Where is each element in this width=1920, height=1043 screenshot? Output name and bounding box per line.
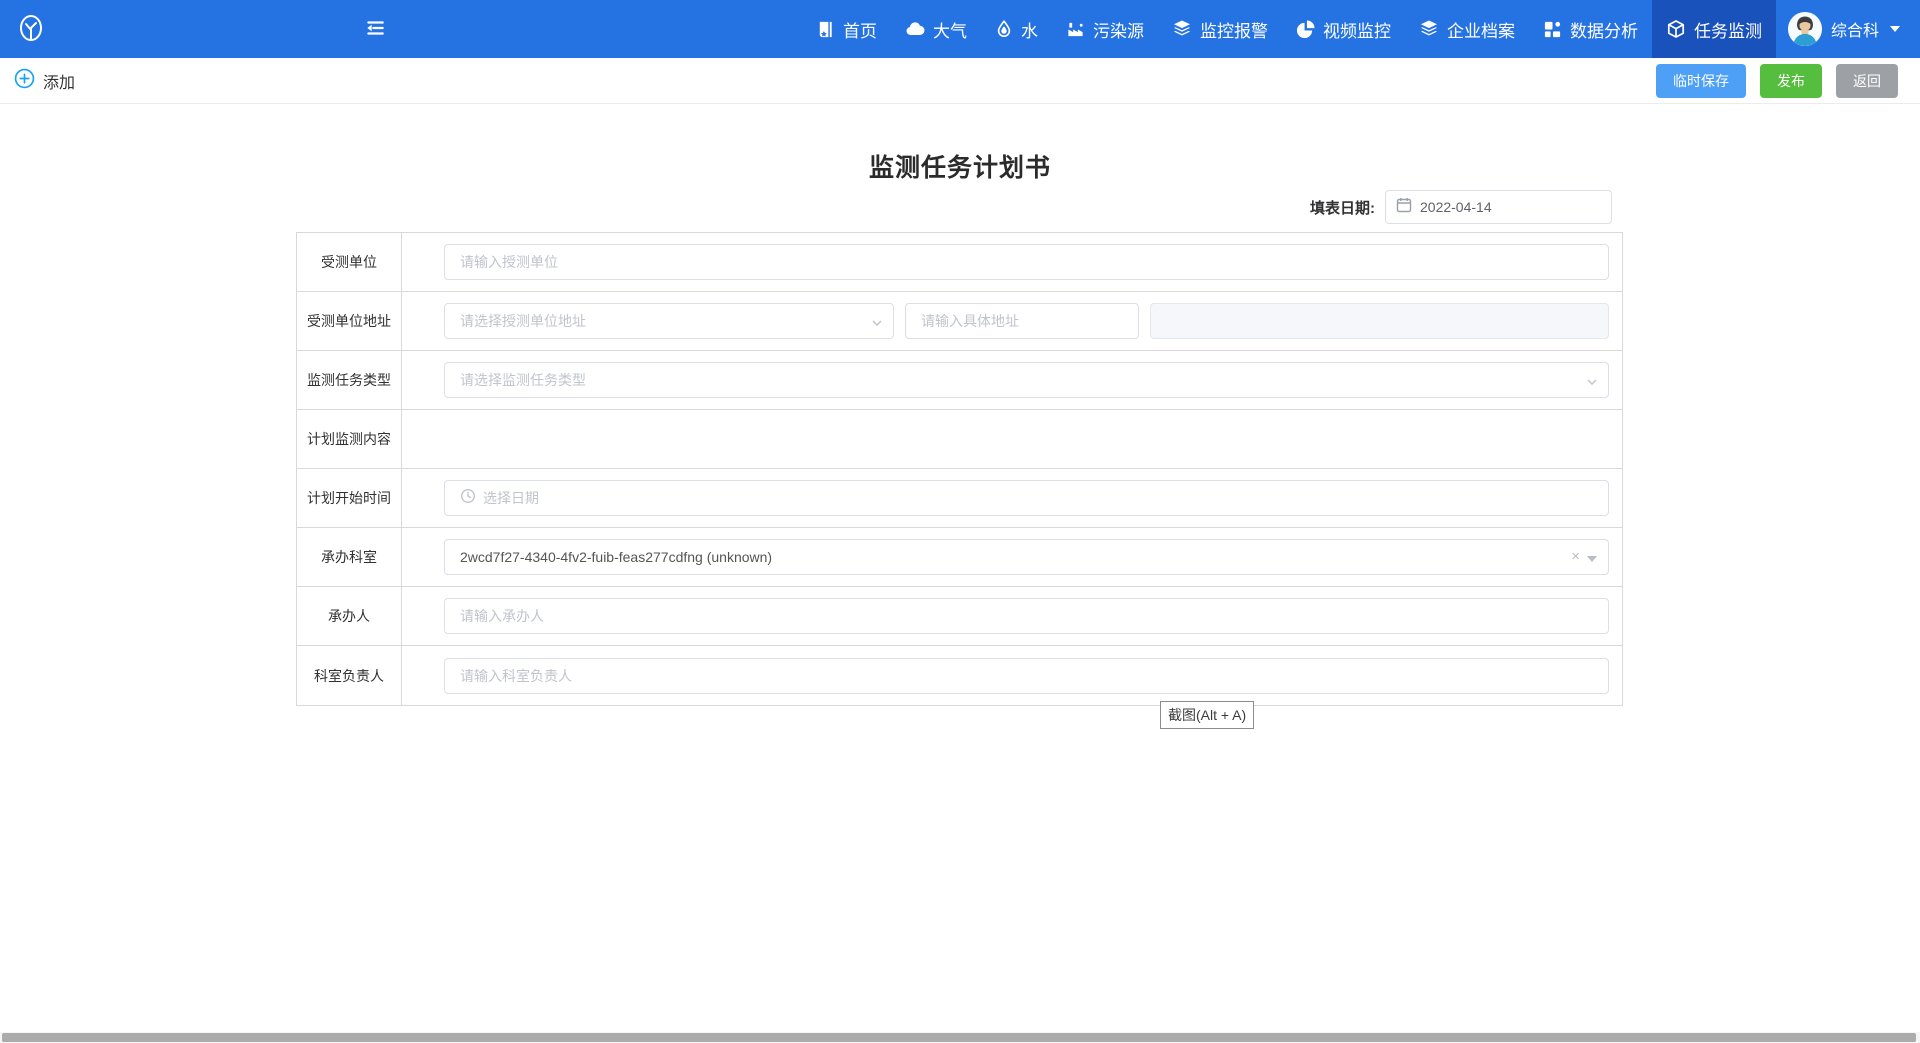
monitor-task-form-table: 受测单位 受测单位地址 请选择授测单位地址 监测任务类型 xyxy=(296,232,1623,706)
field-label: 受测单位地址 xyxy=(297,292,402,350)
app-logo-icon xyxy=(16,14,46,44)
field-label: 承办科室 xyxy=(297,528,402,586)
user-avatar xyxy=(1788,12,1822,46)
detail-address-input[interactable] xyxy=(921,313,1123,329)
user-menu[interactable]: 综合科 xyxy=(1776,0,1920,58)
cloud-icon xyxy=(905,19,925,39)
page-title: 监测任务计划书 xyxy=(0,148,1920,184)
field-label: 监测任务类型 xyxy=(297,351,402,409)
nav-item-enterprise-archive[interactable]: 企业档案 xyxy=(1405,0,1529,58)
nav-item-label: 企业档案 xyxy=(1447,17,1515,42)
tested-unit-input-wrap xyxy=(444,244,1609,280)
nav-item-label: 监控报警 xyxy=(1200,17,1268,42)
factory-icon xyxy=(1066,20,1085,39)
nav-item-home[interactable]: 首页 xyxy=(802,0,891,58)
water-drop-icon xyxy=(995,20,1013,38)
horizontal-scrollbar[interactable] xyxy=(0,1032,1920,1043)
nav-item-label: 大气 xyxy=(933,17,967,42)
form-row-department: 承办科室 2wcd7f27-4340-4fv2-fuib-feas277cdfn… xyxy=(297,528,1622,587)
back-button[interactable]: 返回 xyxy=(1836,64,1898,98)
form-row-plan-content: 计划监测内容 xyxy=(297,410,1622,469)
circle-plus-icon xyxy=(14,68,35,94)
add-button[interactable]: 添加 xyxy=(14,68,75,94)
select-placeholder: 请选择监测任务类型 xyxy=(460,370,1593,390)
unit-address-select[interactable]: 请选择授测单位地址 xyxy=(444,303,894,339)
temp-save-button[interactable]: 临时保存 xyxy=(1656,64,1746,98)
address-disabled-input-wrap xyxy=(1150,303,1609,339)
layers-icon xyxy=(1172,19,1192,39)
add-button-label: 添加 xyxy=(43,69,75,93)
fill-date-picker[interactable] xyxy=(1385,190,1612,224)
nav-menu: 首页 大气 水 xyxy=(802,0,1920,58)
field-label: 受测单位 xyxy=(297,233,402,291)
fill-date-label: 填表日期: xyxy=(1310,197,1375,218)
form-row-unit-address: 受测单位地址 请选择授测单位地址 xyxy=(297,292,1622,351)
grid-squares-icon xyxy=(1543,20,1562,39)
calendar-icon xyxy=(1396,197,1412,218)
nav-item-label: 污染源 xyxy=(1093,17,1144,42)
layers-icon xyxy=(1419,19,1439,39)
select-placeholder: 请选择授测单位地址 xyxy=(460,311,878,331)
nav-item-label: 数据分析 xyxy=(1570,17,1638,42)
menu-fold-icon[interactable] xyxy=(364,17,386,39)
fill-date-row: 填表日期: xyxy=(1310,190,1612,224)
nav-item-task-monitor[interactable]: 任务监测 xyxy=(1652,0,1776,58)
nav-item-water[interactable]: 水 xyxy=(981,0,1052,58)
field-label: 承办人 xyxy=(297,587,402,645)
cube-icon xyxy=(1666,19,1686,39)
nav-item-data-analysis[interactable]: 数据分析 xyxy=(1529,0,1652,58)
form-row-undertaker: 承办人 xyxy=(297,587,1622,646)
nav-item-video-monitor[interactable]: 视频监控 xyxy=(1282,0,1405,58)
nav-item-label: 水 xyxy=(1021,17,1038,42)
chevron-down-icon xyxy=(1586,375,1598,393)
nav-item-pollution-source[interactable]: 污染源 xyxy=(1052,0,1158,58)
form-row-start-time: 计划开始时间 xyxy=(297,469,1622,528)
caret-down-icon[interactable] xyxy=(1587,556,1597,562)
field-label: 计划开始时间 xyxy=(297,469,402,527)
publish-button[interactable]: 发布 xyxy=(1760,64,1822,98)
top-navbar: 首页 大气 水 xyxy=(0,0,1920,58)
user-caret-down-icon xyxy=(1890,26,1900,32)
address-disabled-input xyxy=(1166,313,1593,329)
department-select-value: 2wcd7f27-4340-4fv2-fuib-feas277cdfng (un… xyxy=(460,549,1593,565)
undertaker-input[interactable] xyxy=(460,608,1593,624)
tested-unit-input[interactable] xyxy=(460,254,1593,270)
clock-icon xyxy=(460,488,476,509)
nav-item-monitor-alarm[interactable]: 监控报警 xyxy=(1158,0,1282,58)
home-book-icon xyxy=(816,20,835,39)
toolbar-actions: 临时保存 发布 返回 xyxy=(1656,64,1898,98)
chevron-down-icon xyxy=(871,316,883,334)
toolbar: 添加 临时保存 发布 返回 xyxy=(0,58,1920,104)
start-date-picker[interactable] xyxy=(444,480,1609,516)
dept-head-input-wrap xyxy=(444,658,1609,694)
task-type-select[interactable]: 请选择监测任务类型 xyxy=(444,362,1609,398)
nav-item-label: 任务监测 xyxy=(1694,17,1762,42)
undertaker-input-wrap xyxy=(444,598,1609,634)
nav-item-label: 视频监控 xyxy=(1323,17,1391,42)
fill-date-input[interactable] xyxy=(1420,199,1601,215)
user-name: 综合科 xyxy=(1831,17,1879,41)
start-date-input[interactable] xyxy=(483,490,1593,506)
detail-address-input-wrap xyxy=(905,303,1139,339)
field-label: 科室负责人 xyxy=(297,646,402,705)
dept-head-input[interactable] xyxy=(460,668,1593,684)
form-row-dept-head: 科室负责人 xyxy=(297,646,1622,705)
nav-item-atmosphere[interactable]: 大气 xyxy=(891,0,981,58)
screenshot-tooltip: 截图(Alt + A) xyxy=(1160,701,1254,729)
nav-item-label: 首页 xyxy=(843,17,877,42)
form-row-task-type: 监测任务类型 请选择监测任务类型 xyxy=(297,351,1622,410)
field-label: 计划监测内容 xyxy=(297,410,402,468)
plan-content-empty-cell xyxy=(402,410,1622,468)
scrollbar-thumb[interactable] xyxy=(2,1033,1916,1042)
pie-chart-icon xyxy=(1296,20,1315,39)
department-select[interactable]: 2wcd7f27-4340-4fv2-fuib-feas277cdfng (un… xyxy=(444,539,1609,575)
form-row-tested-unit: 受测单位 xyxy=(297,233,1622,292)
clear-icon[interactable]: × xyxy=(1571,548,1580,565)
